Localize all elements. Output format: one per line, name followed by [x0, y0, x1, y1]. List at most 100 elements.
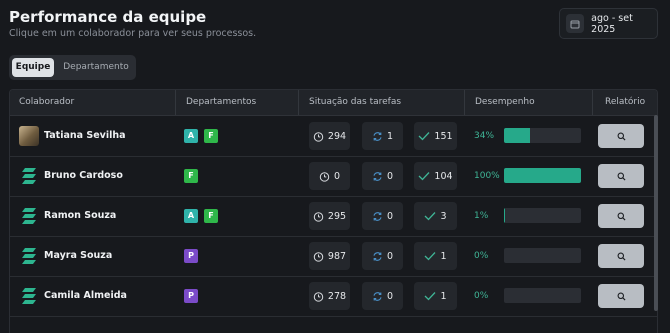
- collaborator-name[interactable]: Mayra Souza: [44, 236, 112, 276]
- check-icon: [418, 131, 434, 141]
- table-header: Colaborador Departamentos Situação das t…: [10, 90, 657, 116]
- collaborator-name[interactable]: Camila Almeida: [44, 276, 127, 316]
- in-progress-tasks-pill: 0: [362, 162, 403, 190]
- performance-percent: 34%: [474, 131, 495, 141]
- calendar-icon: [566, 14, 585, 33]
- avatar: [19, 126, 39, 146]
- performance-bar-fill: [504, 128, 531, 143]
- column-header-relatorio: Relatório: [605, 97, 646, 107]
- pending-tasks-pill: 0: [309, 162, 350, 190]
- check-icon: [418, 171, 434, 181]
- column-header-desempenho: Desempenho: [475, 97, 535, 107]
- table-row[interactable]: Bruno Cardoso F 0 0 104 100%: [10, 156, 657, 197]
- in-progress-tasks-pill: 0: [362, 282, 403, 310]
- report-button[interactable]: [598, 164, 644, 188]
- done-count: 104: [434, 170, 453, 182]
- pending-tasks-pill: 987: [309, 242, 350, 270]
- pending-count: 295: [327, 210, 347, 222]
- done-count: 151: [434, 130, 453, 142]
- company-logo-icon: [19, 206, 39, 226]
- check-icon: [424, 251, 440, 261]
- search-icon: [617, 132, 626, 141]
- performance-bar-fill: [504, 168, 581, 183]
- department-badge: P: [184, 249, 198, 263]
- company-logo-icon: [19, 246, 39, 266]
- company-logo-icon: [19, 286, 39, 306]
- column-divider: [464, 90, 465, 115]
- page-subtitle: Clique em um colaborador para ver seus p…: [9, 28, 257, 39]
- pending-tasks-pill: 294: [309, 122, 350, 150]
- hourglass-icon: [319, 171, 334, 182]
- department-badge: A: [184, 209, 198, 223]
- collaborator-name[interactable]: Bruno Cardoso: [44, 156, 123, 196]
- done-count: 1: [440, 290, 447, 302]
- in-progress-tasks-pill: 1: [362, 122, 403, 150]
- date-range-label: ago - set 2025: [591, 12, 633, 35]
- in-progress-count: 1: [386, 130, 394, 142]
- company-logo-icon: [19, 166, 39, 186]
- refresh-icon: [372, 291, 387, 302]
- report-button[interactable]: [598, 284, 644, 308]
- refresh-icon: [372, 251, 387, 262]
- in-progress-tasks-pill: 0: [362, 242, 403, 270]
- done-tasks-pill: 1: [414, 282, 457, 310]
- pending-count: 0: [333, 170, 341, 182]
- refresh-icon: [372, 211, 387, 222]
- team-table: Colaborador Departamentos Situação das t…: [9, 89, 658, 333]
- performance-percent: 100%: [474, 171, 500, 181]
- date-range-button[interactable]: ago - set 2025: [559, 8, 658, 39]
- column-divider: [175, 90, 176, 115]
- check-icon: [424, 211, 440, 221]
- column-header-departamentos: Departamentos: [186, 97, 257, 107]
- report-button[interactable]: [598, 244, 644, 268]
- search-icon: [617, 252, 626, 261]
- performance-bar: [504, 168, 581, 183]
- performance-bar: [504, 288, 581, 303]
- pending-count: 987: [327, 250, 347, 262]
- pending-tasks-pill: 295: [309, 202, 350, 230]
- department-badge: F: [204, 209, 218, 223]
- performance-bar: [504, 208, 581, 223]
- done-count: 3: [440, 210, 447, 222]
- table-row[interactable]: Ramon Souza A F 295 0 3 1%: [10, 196, 657, 237]
- column-header-colaborador: Colaborador: [19, 97, 75, 107]
- collaborator-name[interactable]: Tatiana Sevilha: [44, 116, 126, 156]
- department-badge: P: [184, 289, 198, 303]
- pending-count: 278: [327, 290, 347, 302]
- table-row[interactable]: Mayra Souza P 987 0 1 0%: [10, 236, 657, 277]
- in-progress-tasks-pill: 0: [362, 202, 403, 230]
- search-icon: [617, 292, 626, 301]
- report-button[interactable]: [598, 124, 644, 148]
- hourglass-icon: [313, 211, 328, 222]
- performance-bar: [504, 248, 581, 263]
- department-badge: A: [184, 129, 198, 143]
- table-scrollbar[interactable]: [654, 115, 658, 311]
- collaborator-name[interactable]: Ramon Souza: [44, 196, 116, 236]
- hourglass-icon: [313, 291, 328, 302]
- performance-bar-fill: [504, 208, 506, 223]
- in-progress-count: 0: [386, 210, 394, 222]
- performance-percent: 0%: [474, 291, 489, 301]
- search-icon: [617, 212, 626, 221]
- performance-percent: 0%: [474, 251, 489, 261]
- search-icon: [617, 172, 626, 181]
- department-badge: F: [204, 129, 218, 143]
- pending-tasks-pill: 278: [309, 282, 350, 310]
- department-badge: F: [184, 169, 198, 183]
- done-count: 1: [440, 250, 447, 262]
- done-tasks-pill: 104: [414, 162, 457, 190]
- table-row[interactable]: Tatiana Sevilha A F 294 1 151 34%: [10, 116, 657, 157]
- column-divider: [592, 90, 593, 115]
- report-button[interactable]: [598, 204, 644, 228]
- done-tasks-pill: 151: [414, 122, 457, 150]
- performance-percent: 1%: [474, 211, 489, 221]
- table-row[interactable]: Camila Almeida P 278 0 1 0%: [10, 276, 657, 317]
- tab-equipe[interactable]: Equipe: [12, 58, 54, 77]
- check-icon: [424, 291, 440, 301]
- tab-departamento[interactable]: Departamento: [59, 58, 133, 77]
- page-title: Performance da equipe: [9, 8, 207, 26]
- done-tasks-pill: 3: [414, 202, 457, 230]
- in-progress-count: 0: [386, 290, 394, 302]
- in-progress-count: 0: [386, 250, 394, 262]
- pending-count: 294: [327, 130, 347, 142]
